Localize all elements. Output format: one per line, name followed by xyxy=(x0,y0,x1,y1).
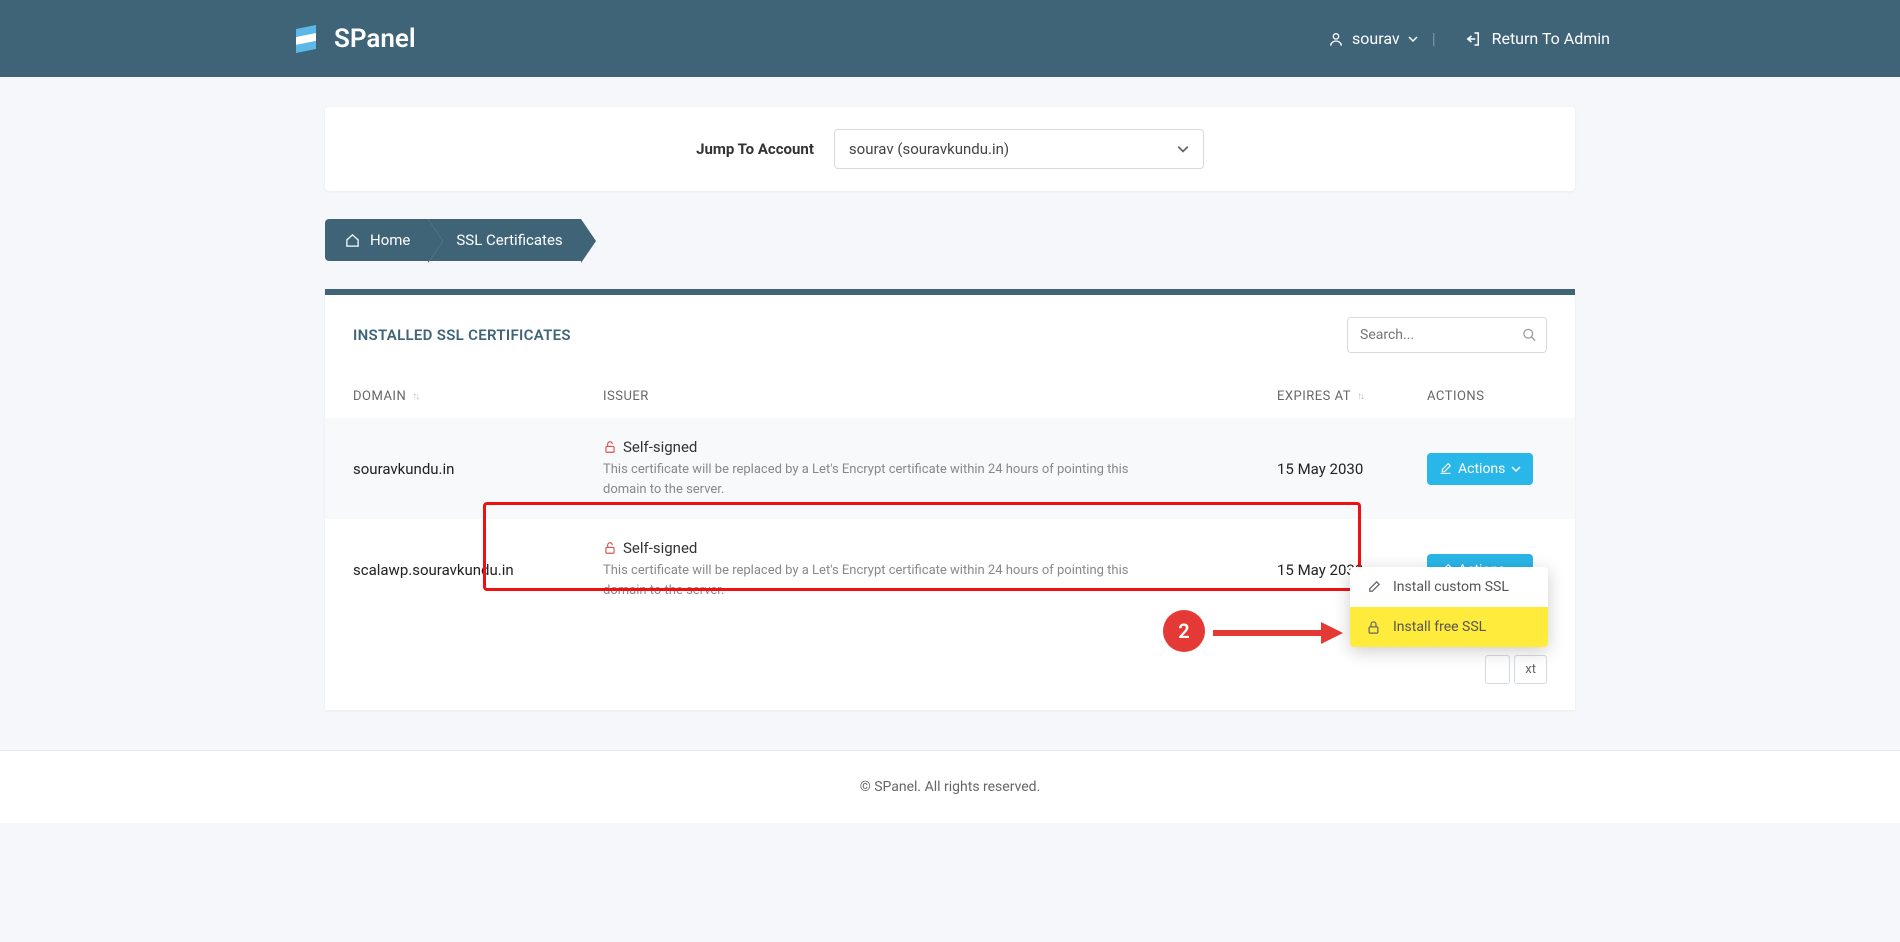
annotation-arrow-icon xyxy=(1213,620,1343,646)
col-actions: ACTIONS xyxy=(1427,389,1547,404)
return-admin-label: Return To Admin xyxy=(1492,29,1610,48)
unlock-icon xyxy=(603,541,617,555)
dropdown-install-custom-ssl[interactable]: Install custom SSL xyxy=(1350,567,1548,607)
cell-issuer: Self-signed This certificate will be rep… xyxy=(603,438,1277,499)
cell-issuer: Self-signed This certificate will be rep… xyxy=(603,539,1277,600)
cell-domain: souravkundu.in xyxy=(353,460,603,478)
page-next[interactable]: xt xyxy=(1514,655,1547,684)
actions-button[interactable]: Actions xyxy=(1427,453,1533,485)
lock-icon xyxy=(1366,620,1381,635)
sort-icon: ↑↓ xyxy=(1357,391,1363,402)
edit-icon xyxy=(1439,462,1452,475)
chevron-down-icon xyxy=(1408,34,1418,44)
pagination: xt xyxy=(1485,655,1547,684)
search-icon xyxy=(1522,328,1537,343)
col-issuer: ISSUER xyxy=(603,389,1277,404)
user-menu[interactable]: sourav | xyxy=(1328,29,1436,48)
footer: © SPanel. All rights reserved. xyxy=(0,750,1900,823)
col-domain[interactable]: DOMAIN↑↓ xyxy=(353,389,603,404)
cell-domain: scalawp.souravkundu.in xyxy=(353,561,603,579)
jump-label: Jump To Account xyxy=(696,140,814,158)
table-row: souravkundu.in Self-signed This certific… xyxy=(325,418,1575,519)
user-icon xyxy=(1328,31,1344,47)
brand-logo[interactable]: SPanel xyxy=(290,23,416,55)
brand-name: SPanel xyxy=(334,24,416,54)
home-icon xyxy=(345,233,360,248)
user-name: sourav xyxy=(1352,29,1400,48)
account-selected: sourav (souravkundu.in) xyxy=(849,140,1009,158)
page-prev-fragment[interactable] xyxy=(1485,655,1510,684)
jump-to-account-card: Jump To Account sourav (souravkundu.in) xyxy=(325,107,1575,191)
breadcrumb: Home SSL Certificates xyxy=(325,219,1575,261)
annotation-step-badge: 2 xyxy=(1163,610,1205,652)
return-to-admin-link[interactable]: Return To Admin xyxy=(1464,29,1610,48)
chevron-down-icon xyxy=(1177,143,1189,155)
exit-icon xyxy=(1464,30,1482,48)
spanel-logo-icon xyxy=(290,23,322,55)
chevron-down-icon xyxy=(1511,464,1521,474)
actions-dropdown: Install custom SSL Install free SSL xyxy=(1350,567,1548,647)
breadcrumb-home[interactable]: Home xyxy=(325,219,428,261)
search-input[interactable] xyxy=(1347,317,1547,353)
edit-icon xyxy=(1366,580,1381,595)
col-expires[interactable]: EXPIRES AT↑↓ xyxy=(1277,389,1427,404)
sort-icon: ↑↓ xyxy=(412,391,418,402)
unlock-icon xyxy=(603,440,617,454)
panel-title: INSTALLED SSL CERTIFICATES xyxy=(353,326,571,344)
account-select[interactable]: sourav (souravkundu.in) xyxy=(834,129,1204,169)
top-header: SPanel sourav | Return To Admin xyxy=(0,0,1900,77)
dropdown-install-free-ssl[interactable]: Install free SSL xyxy=(1350,607,1548,647)
breadcrumb-current: SSL Certificates xyxy=(428,219,580,261)
cell-expires: 15 May 2030 xyxy=(1277,460,1427,478)
ssl-panel: INSTALLED SSL CERTIFICATES DOMAIN↑↓ ISSU… xyxy=(325,289,1575,710)
